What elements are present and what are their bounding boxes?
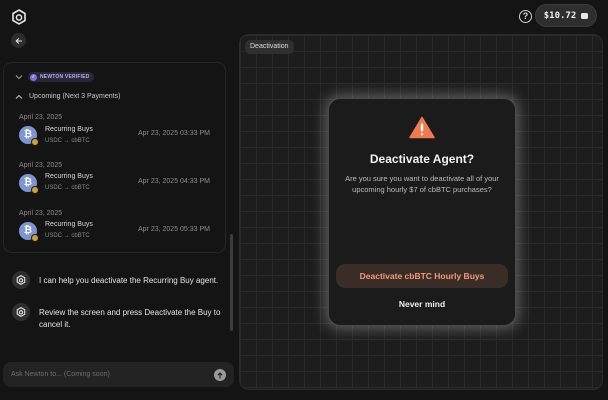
newton-logo-icon[interactable] (11, 9, 27, 25)
payment-name: Recurring Buys (45, 126, 93, 133)
deactivate-button[interactable]: Deactivate cbBTC Hourly Buys (336, 264, 508, 288)
scrollbar-thumb[interactable] (230, 234, 233, 331)
usdc-badge-icon (31, 234, 39, 242)
newton-avatar-icon (12, 303, 30, 321)
arrow-left-icon (14, 37, 22, 44)
payment-date: April 23, 2025 (19, 114, 63, 121)
usdc-badge-icon (31, 138, 39, 146)
usdc-badge-icon (31, 186, 39, 194)
newton-verified-badge: ✓ NEWTON VERIFIED (28, 72, 94, 82)
dialog-body: Are you sure you want to deactivate all … (345, 174, 499, 194)
question-circle-icon[interactable]: ? (519, 10, 532, 23)
arrow-up-icon (217, 371, 223, 378)
assistant-message: I can help you deactivate the Recurring … (39, 276, 219, 285)
wallet-balance-button[interactable]: $10.72 (535, 4, 597, 27)
deactivation-chip: Deactivation (245, 40, 294, 54)
payment-pair: USDC → cbBTC (45, 185, 90, 191)
ask-newton-placeholder: Ask Newton to... (Coming soon) (11, 371, 110, 378)
warning-triangle-icon (409, 116, 435, 139)
payments-card (3, 62, 226, 253)
upcoming-payments-label[interactable]: Upcoming (Next 3 Payments) (29, 93, 120, 100)
payment-name: Recurring Buys (45, 173, 93, 180)
payment-time: Apr 23, 2025 04:33 PM (138, 178, 210, 185)
payment-name: Recurring Buys (45, 221, 93, 228)
chevron-up-icon[interactable] (15, 94, 23, 100)
send-button[interactable] (214, 369, 226, 381)
never-mind-button[interactable]: Never mind (328, 299, 516, 309)
payment-pair: USDC → cbBTC (45, 138, 90, 144)
assistant-message: Review the screen and press Deactivate t… (39, 308, 221, 329)
wallet-amount: $10.72 (543, 10, 577, 21)
dialog-title: Deactivate Agent? (369, 152, 475, 166)
payment-time: Apr 23, 2025 03:33 PM (138, 130, 210, 137)
payment-time: Apr 23, 2025 05:33 PM (138, 226, 210, 233)
verified-label: NEWTON VERIFIED (40, 74, 90, 80)
payment-date: April 23, 2025 (19, 210, 63, 217)
wallet-icon (581, 12, 589, 19)
chevron-down-icon[interactable] (15, 74, 23, 80)
newton-avatar-icon (12, 271, 30, 289)
back-button[interactable] (11, 33, 26, 48)
payment-pair: USDC → cbBTC (45, 233, 90, 239)
check-icon: ✓ (30, 73, 37, 81)
payment-date: April 23, 2025 (19, 162, 63, 169)
